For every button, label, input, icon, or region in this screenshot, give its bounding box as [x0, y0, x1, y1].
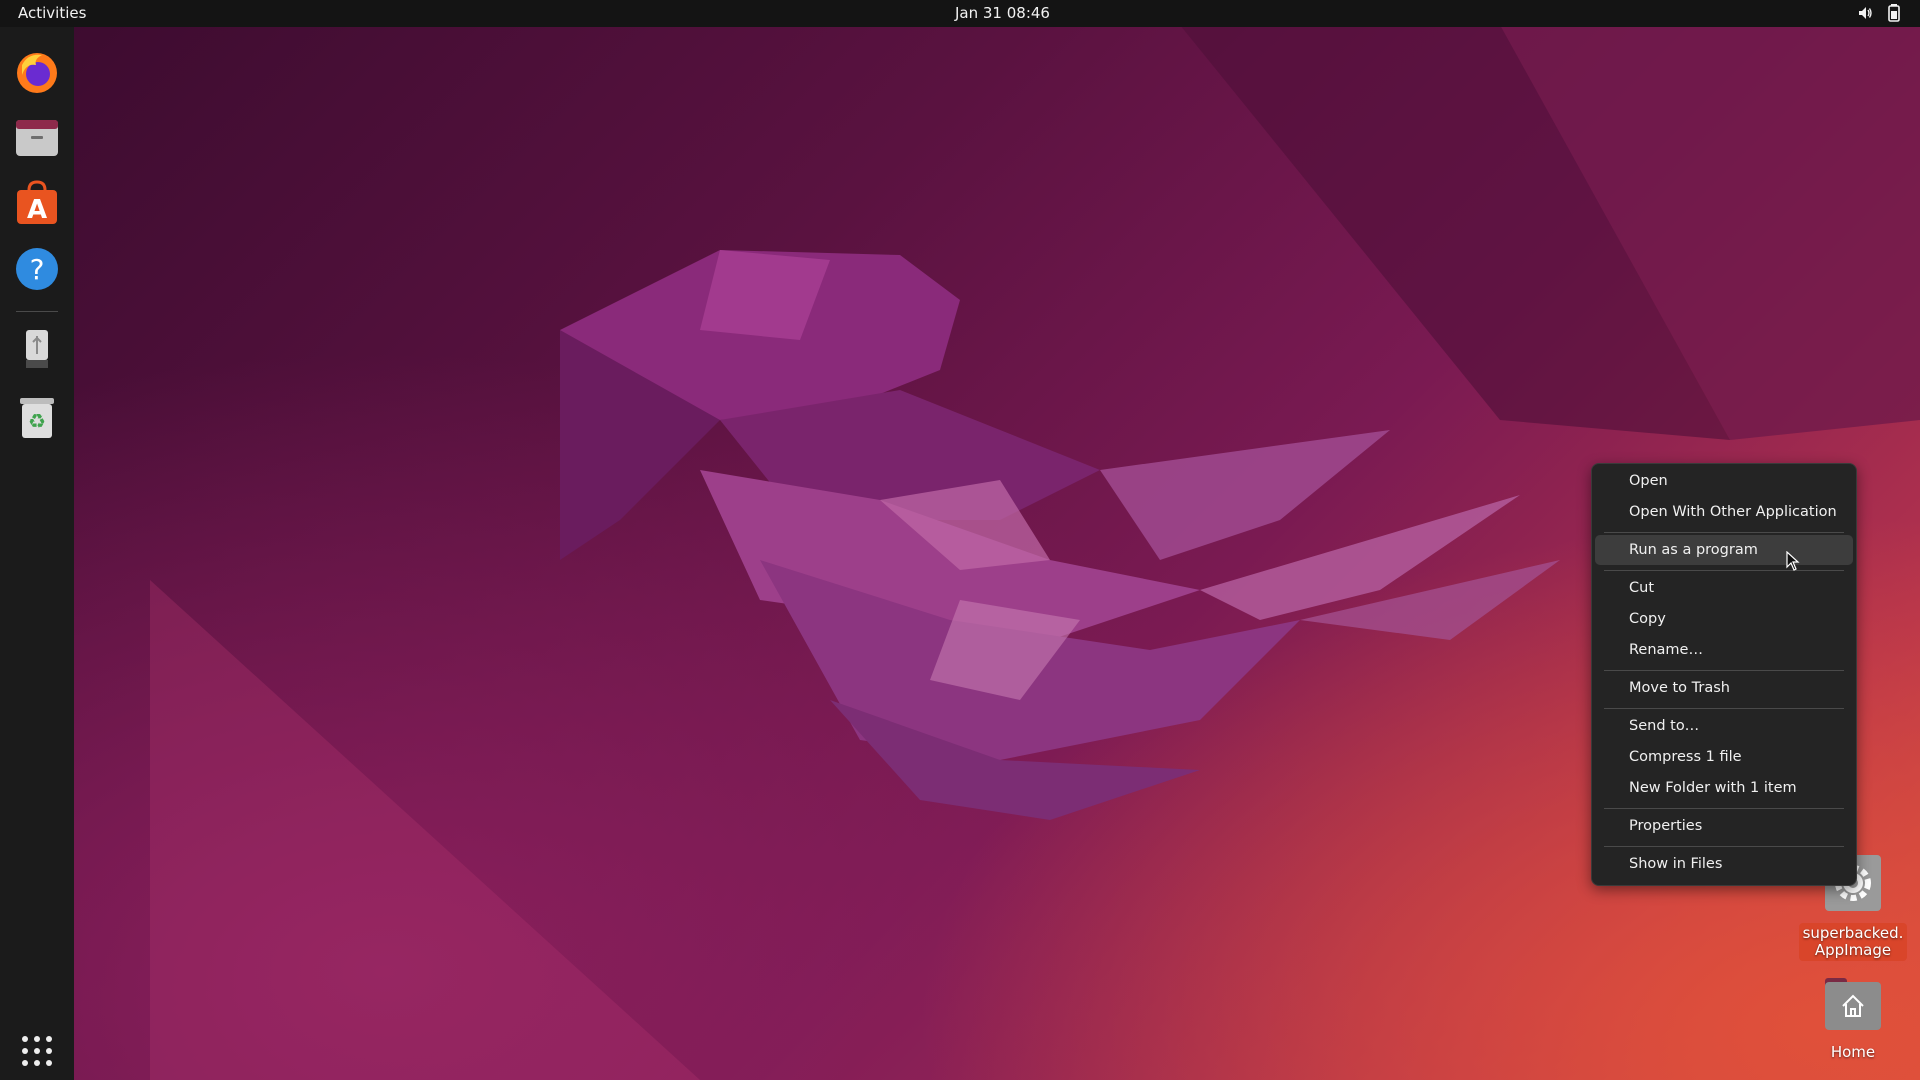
menu-item-send-to[interactable]: Send to… — [1595, 711, 1853, 741]
volume-icon[interactable] — [1857, 5, 1873, 21]
context-menu: Open Open With Other Application Run as … — [1591, 463, 1857, 886]
dock-item-files[interactable] — [13, 113, 61, 161]
help-icon: ? — [16, 248, 58, 290]
usb-drive-icon — [26, 330, 48, 368]
dock-item-software[interactable]: A — [13, 179, 61, 227]
software-store-icon: A — [17, 180, 57, 225]
menu-item-rename[interactable]: Rename… — [1595, 635, 1853, 665]
menu-separator — [1604, 708, 1844, 709]
home-label: Home — [1830, 1043, 1876, 1061]
appimage-label-line1: superbacked. — [1802, 924, 1904, 942]
menu-separator — [1604, 808, 1844, 809]
svg-text:A: A — [27, 195, 47, 225]
menu-item-properties[interactable]: Properties — [1595, 811, 1853, 841]
clock[interactable]: Jan 31 08:46 — [955, 4, 1050, 22]
menu-separator — [1604, 532, 1844, 533]
menu-item-compress[interactable]: Compress 1 file — [1595, 742, 1853, 772]
home-folder-icon — [1825, 978, 1881, 1030]
dock-item-firefox[interactable] — [13, 48, 61, 96]
desktop-icon-home[interactable]: Home — [1793, 974, 1913, 1061]
menu-item-run-as-program[interactable]: Run as a program — [1595, 535, 1853, 565]
trash-icon: ♻ — [20, 398, 54, 438]
menu-separator — [1604, 846, 1844, 847]
svg-text:?: ? — [30, 253, 45, 286]
battery-icon[interactable] — [1888, 4, 1900, 22]
activities-button[interactable]: Activities — [18, 4, 86, 22]
dock-item-help[interactable]: ? — [13, 245, 61, 293]
menu-item-open[interactable]: Open — [1595, 466, 1853, 496]
mouse-cursor-icon — [1786, 551, 1800, 571]
menu-separator — [1604, 570, 1844, 571]
appimage-label-line2: AppImage — [1814, 941, 1892, 959]
menu-item-cut[interactable]: Cut — [1595, 573, 1853, 603]
menu-item-show-in-files[interactable]: Show in Files — [1595, 849, 1853, 879]
svg-text:♻: ♻ — [28, 409, 46, 433]
menu-separator — [1604, 670, 1844, 671]
menu-item-move-to-trash[interactable]: Move to Trash — [1595, 673, 1853, 703]
menu-item-new-folder-with-item[interactable]: New Folder with 1 item — [1595, 773, 1853, 803]
top-bar: Activities Jan 31 08:46 — [0, 0, 1920, 27]
dock-separator — [16, 311, 58, 312]
desktop-screen: Activities Jan 31 08:46 A ? ♻ superbacke… — [0, 0, 1920, 1080]
menu-item-open-with[interactable]: Open With Other Application — [1595, 497, 1853, 527]
app-grid-icon — [22, 1036, 52, 1066]
dock-item-usb-drive[interactable] — [13, 327, 61, 375]
firefox-icon — [17, 53, 57, 93]
dock-item-trash[interactable]: ♻ — [13, 393, 61, 441]
menu-item-copy[interactable]: Copy — [1595, 604, 1853, 634]
dock-item-show-apps[interactable] — [13, 1027, 61, 1075]
dock: A ? ♻ — [0, 27, 74, 1080]
files-icon — [16, 120, 58, 156]
